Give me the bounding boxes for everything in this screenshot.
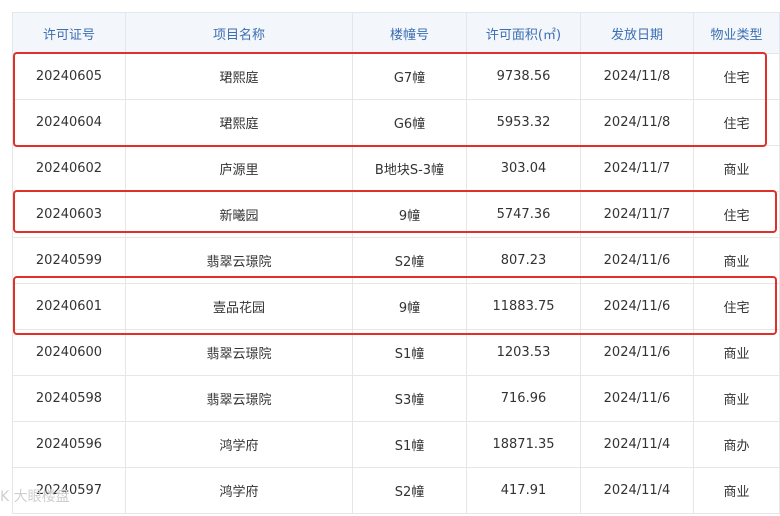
- header-permit-area[interactable]: 许可面积(㎡): [466, 12, 581, 54]
- table-row[interactable]: 20240602 庐源里 B地块S-3幢 303.04 2024/11/7 商业: [12, 145, 780, 192]
- cell-building-no: B地块S-3幢: [352, 145, 467, 192]
- table-row[interactable]: 20240600 翡翠云璟院 S1幢 1203.53 2024/11/6 商业: [12, 329, 780, 376]
- cell-issue-date: 2024/11/4: [580, 421, 694, 468]
- header-property-type[interactable]: 物业类型: [693, 12, 780, 54]
- highlight-box-row-4: [13, 190, 777, 233]
- cell-issue-date: 2024/11/7: [580, 145, 694, 192]
- table-row[interactable]: 20240598 翡翠云璟院 S3幢 716.96 2024/11/6 商业: [12, 375, 780, 422]
- cell-project-name: 翡翠云璟院: [125, 375, 353, 422]
- table-row[interactable]: 20240597 鸿学府 S2幢 417.91 2024/11/4 商业: [12, 467, 780, 514]
- highlight-box-rows-1-2: [13, 52, 767, 147]
- cell-project-name: 庐源里: [125, 145, 353, 192]
- table-header-row: 许可证号 项目名称 楼幢号 许可面积(㎡) 发放日期 物业类型: [12, 12, 780, 54]
- cell-building-no: S1幢: [352, 421, 467, 468]
- watermark-logo: K 大眼楼盘: [0, 486, 70, 506]
- header-building-no[interactable]: 楼幢号: [352, 12, 467, 54]
- cell-permit-no: 20240596: [12, 421, 126, 468]
- cell-issue-date: 2024/11/4: [580, 467, 694, 514]
- cell-project-name: 翡翠云璟院: [125, 329, 353, 376]
- cell-permit-area: 417.91: [466, 467, 581, 514]
- header-project-name[interactable]: 项目名称: [125, 12, 353, 54]
- cell-project-name: 鸿学府: [125, 421, 353, 468]
- cell-project-name: 鸿学府: [125, 467, 353, 514]
- cell-permit-area: 1203.53: [466, 329, 581, 376]
- cell-permit-area: 716.96: [466, 375, 581, 422]
- cell-property-type: 商办: [693, 421, 780, 468]
- header-permit-no[interactable]: 许可证号: [12, 12, 126, 54]
- cell-property-type: 商业: [693, 329, 780, 376]
- table-row[interactable]: 20240596 鸿学府 S1幢 18871.35 2024/11/4 商办: [12, 421, 780, 468]
- cell-property-type: 商业: [693, 467, 780, 514]
- cell-permit-no: 20240602: [12, 145, 126, 192]
- cell-permit-area: 18871.35: [466, 421, 581, 468]
- header-issue-date[interactable]: 发放日期: [580, 12, 694, 54]
- cell-property-type: 商业: [693, 375, 780, 422]
- cell-issue-date: 2024/11/6: [580, 329, 694, 376]
- cell-building-no: S1幢: [352, 329, 467, 376]
- cell-permit-area: 303.04: [466, 145, 581, 192]
- cell-permit-no: 20240600: [12, 329, 126, 376]
- cell-property-type: 商业: [693, 145, 780, 192]
- cell-building-no: S2幢: [352, 467, 467, 514]
- cell-permit-no: 20240598: [12, 375, 126, 422]
- cell-issue-date: 2024/11/6: [580, 375, 694, 422]
- watermark-text: K 大眼楼盘: [0, 489, 70, 505]
- cell-building-no: S3幢: [352, 375, 467, 422]
- highlight-box-row-6: [13, 276, 777, 335]
